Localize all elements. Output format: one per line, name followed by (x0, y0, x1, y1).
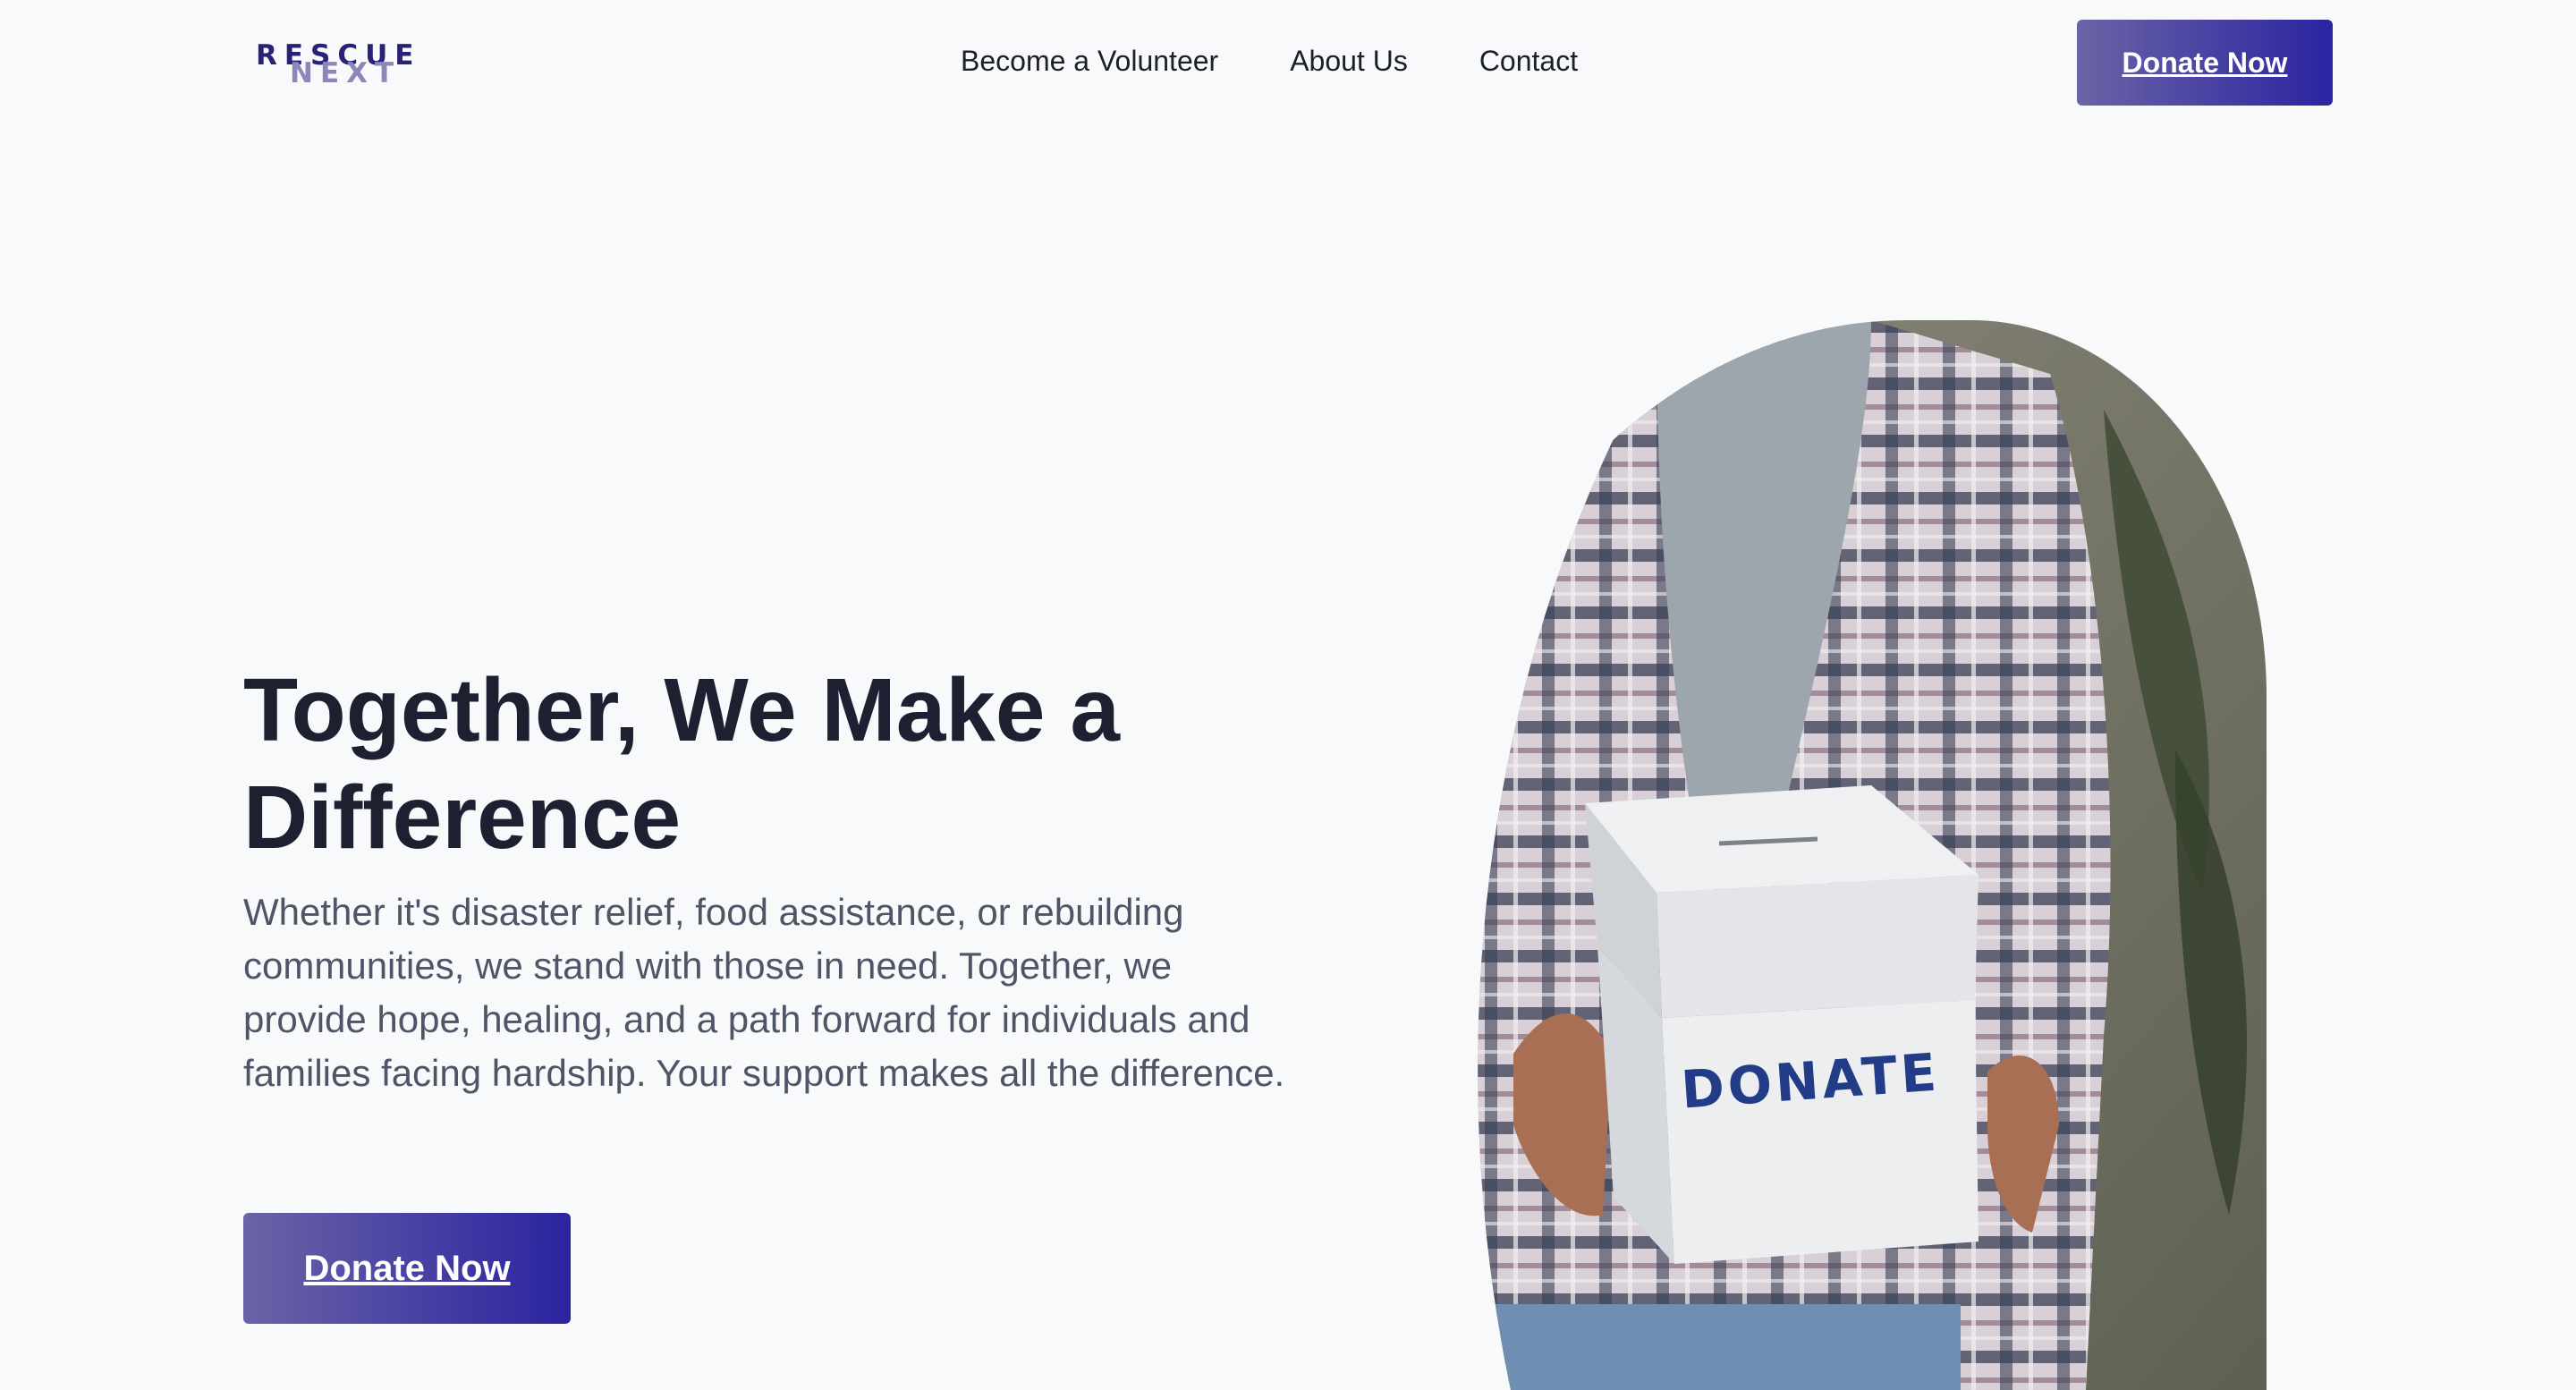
nav-about-us[interactable]: About Us (1290, 41, 1408, 81)
hero-image: DONATE (1478, 320, 2267, 1390)
header-donate-button[interactable]: Donate Now (2077, 20, 2333, 106)
logo-line-next: NEXT (290, 57, 402, 89)
hero-donate-button[interactable]: Donate Now (243, 1213, 571, 1324)
hero-title: Together, We Make a Difference (243, 660, 1120, 868)
hero-description: Whether it's disaster relief, food assis… (243, 891, 1285, 1094)
nav-contact[interactable]: Contact (1479, 41, 1578, 81)
landing-page: RESCUE NEXT Become a Volunteer About Us … (0, 0, 2576, 1390)
nav-become-volunteer[interactable]: Become a Volunteer (961, 41, 1218, 81)
main-nav: Become a Volunteer About Us Contact (961, 41, 1578, 81)
logo[interactable]: RESCUE NEXT (256, 39, 435, 93)
donation-box-photo: DONATE (1478, 320, 2267, 1390)
